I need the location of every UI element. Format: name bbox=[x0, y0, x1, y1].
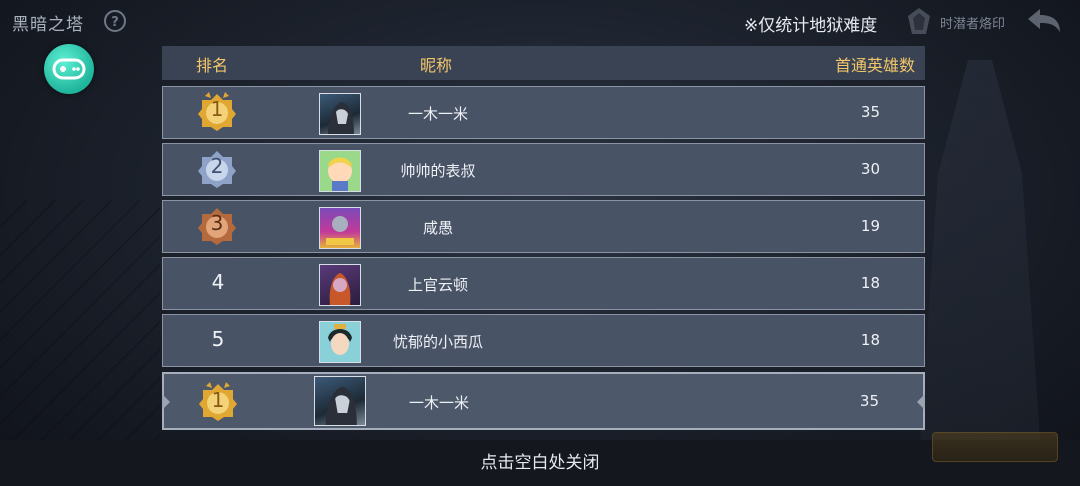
first-clear-count: 30 bbox=[860, 160, 880, 178]
nickname: 忧郁的小西瓜 bbox=[392, 333, 483, 351]
background-tower bbox=[920, 60, 1040, 440]
table-row[interactable]: 5 忧郁的小西瓜 18 bbox=[162, 314, 925, 367]
page-title: 黑暗之塔 bbox=[12, 15, 84, 35]
nickname: 咸愚 bbox=[422, 219, 453, 237]
emblem-icon bbox=[908, 8, 930, 34]
nickname: 一木一米 bbox=[407, 105, 468, 123]
nickname: 帅帅的表叔 bbox=[400, 162, 476, 180]
table-row[interactable]: 2 帅帅的表叔 30 bbox=[162, 143, 925, 196]
table-row[interactable]: 4 上官云顿 18 bbox=[162, 257, 925, 310]
mark-label: 时潜者烙印 bbox=[940, 17, 1006, 32]
header-first-clear-count: 首通英雄数 bbox=[834, 56, 915, 75]
first-clear-count: 35 bbox=[860, 103, 880, 121]
gamepad-icon bbox=[52, 58, 86, 80]
leaderboard-header: 排名 昵称 首通英雄数 bbox=[162, 46, 925, 80]
gamepad-button[interactable] bbox=[44, 44, 94, 94]
rank-number: 1 bbox=[210, 97, 224, 121]
close-hint[interactable]: 点击空白处关闭 bbox=[0, 448, 1080, 473]
table-row[interactable]: 1 一木一米 35 bbox=[162, 86, 925, 139]
avatar bbox=[319, 264, 361, 306]
help-icon[interactable]: ? bbox=[104, 10, 126, 32]
row-arrow-left bbox=[162, 394, 170, 410]
row-arrow-right bbox=[917, 394, 925, 410]
avatar bbox=[314, 376, 366, 426]
rank-number: 3 bbox=[210, 211, 224, 235]
top-bar: 黑暗之塔 ? ※仅统计地狱难度 时潜者烙印 bbox=[0, 0, 1080, 42]
leaderboard-panel: 排名 昵称 首通英雄数 1 一木一米 35 2 帅帅的表叔 30 3 咸愚 19… bbox=[162, 46, 925, 438]
header-rank: 排名 bbox=[196, 56, 229, 75]
rank-number: 1 bbox=[211, 388, 225, 412]
rank-number: 4 bbox=[211, 270, 225, 294]
nickname: 上官云顿 bbox=[407, 276, 468, 294]
avatar bbox=[319, 150, 361, 192]
my-rank-row: 1 一木一米 35 bbox=[162, 372, 925, 430]
first-clear-count: 19 bbox=[860, 217, 880, 235]
table-row[interactable]: 3 咸愚 19 bbox=[162, 200, 925, 253]
rank-number: 5 bbox=[211, 327, 225, 351]
nickname: 一木一米 bbox=[408, 394, 469, 412]
difficulty-notice: ※仅统计地狱难度 bbox=[744, 16, 878, 36]
header-nickname: 昵称 bbox=[420, 56, 453, 75]
rank-number: 2 bbox=[210, 154, 224, 178]
avatar bbox=[319, 207, 361, 249]
first-clear-count: 18 bbox=[860, 274, 880, 292]
back-arrow-icon[interactable] bbox=[1024, 6, 1064, 36]
first-clear-count: 18 bbox=[860, 331, 880, 349]
avatar bbox=[319, 93, 361, 135]
first-clear-count: 35 bbox=[859, 392, 879, 410]
background-branches bbox=[0, 200, 160, 480]
avatar bbox=[319, 321, 361, 363]
